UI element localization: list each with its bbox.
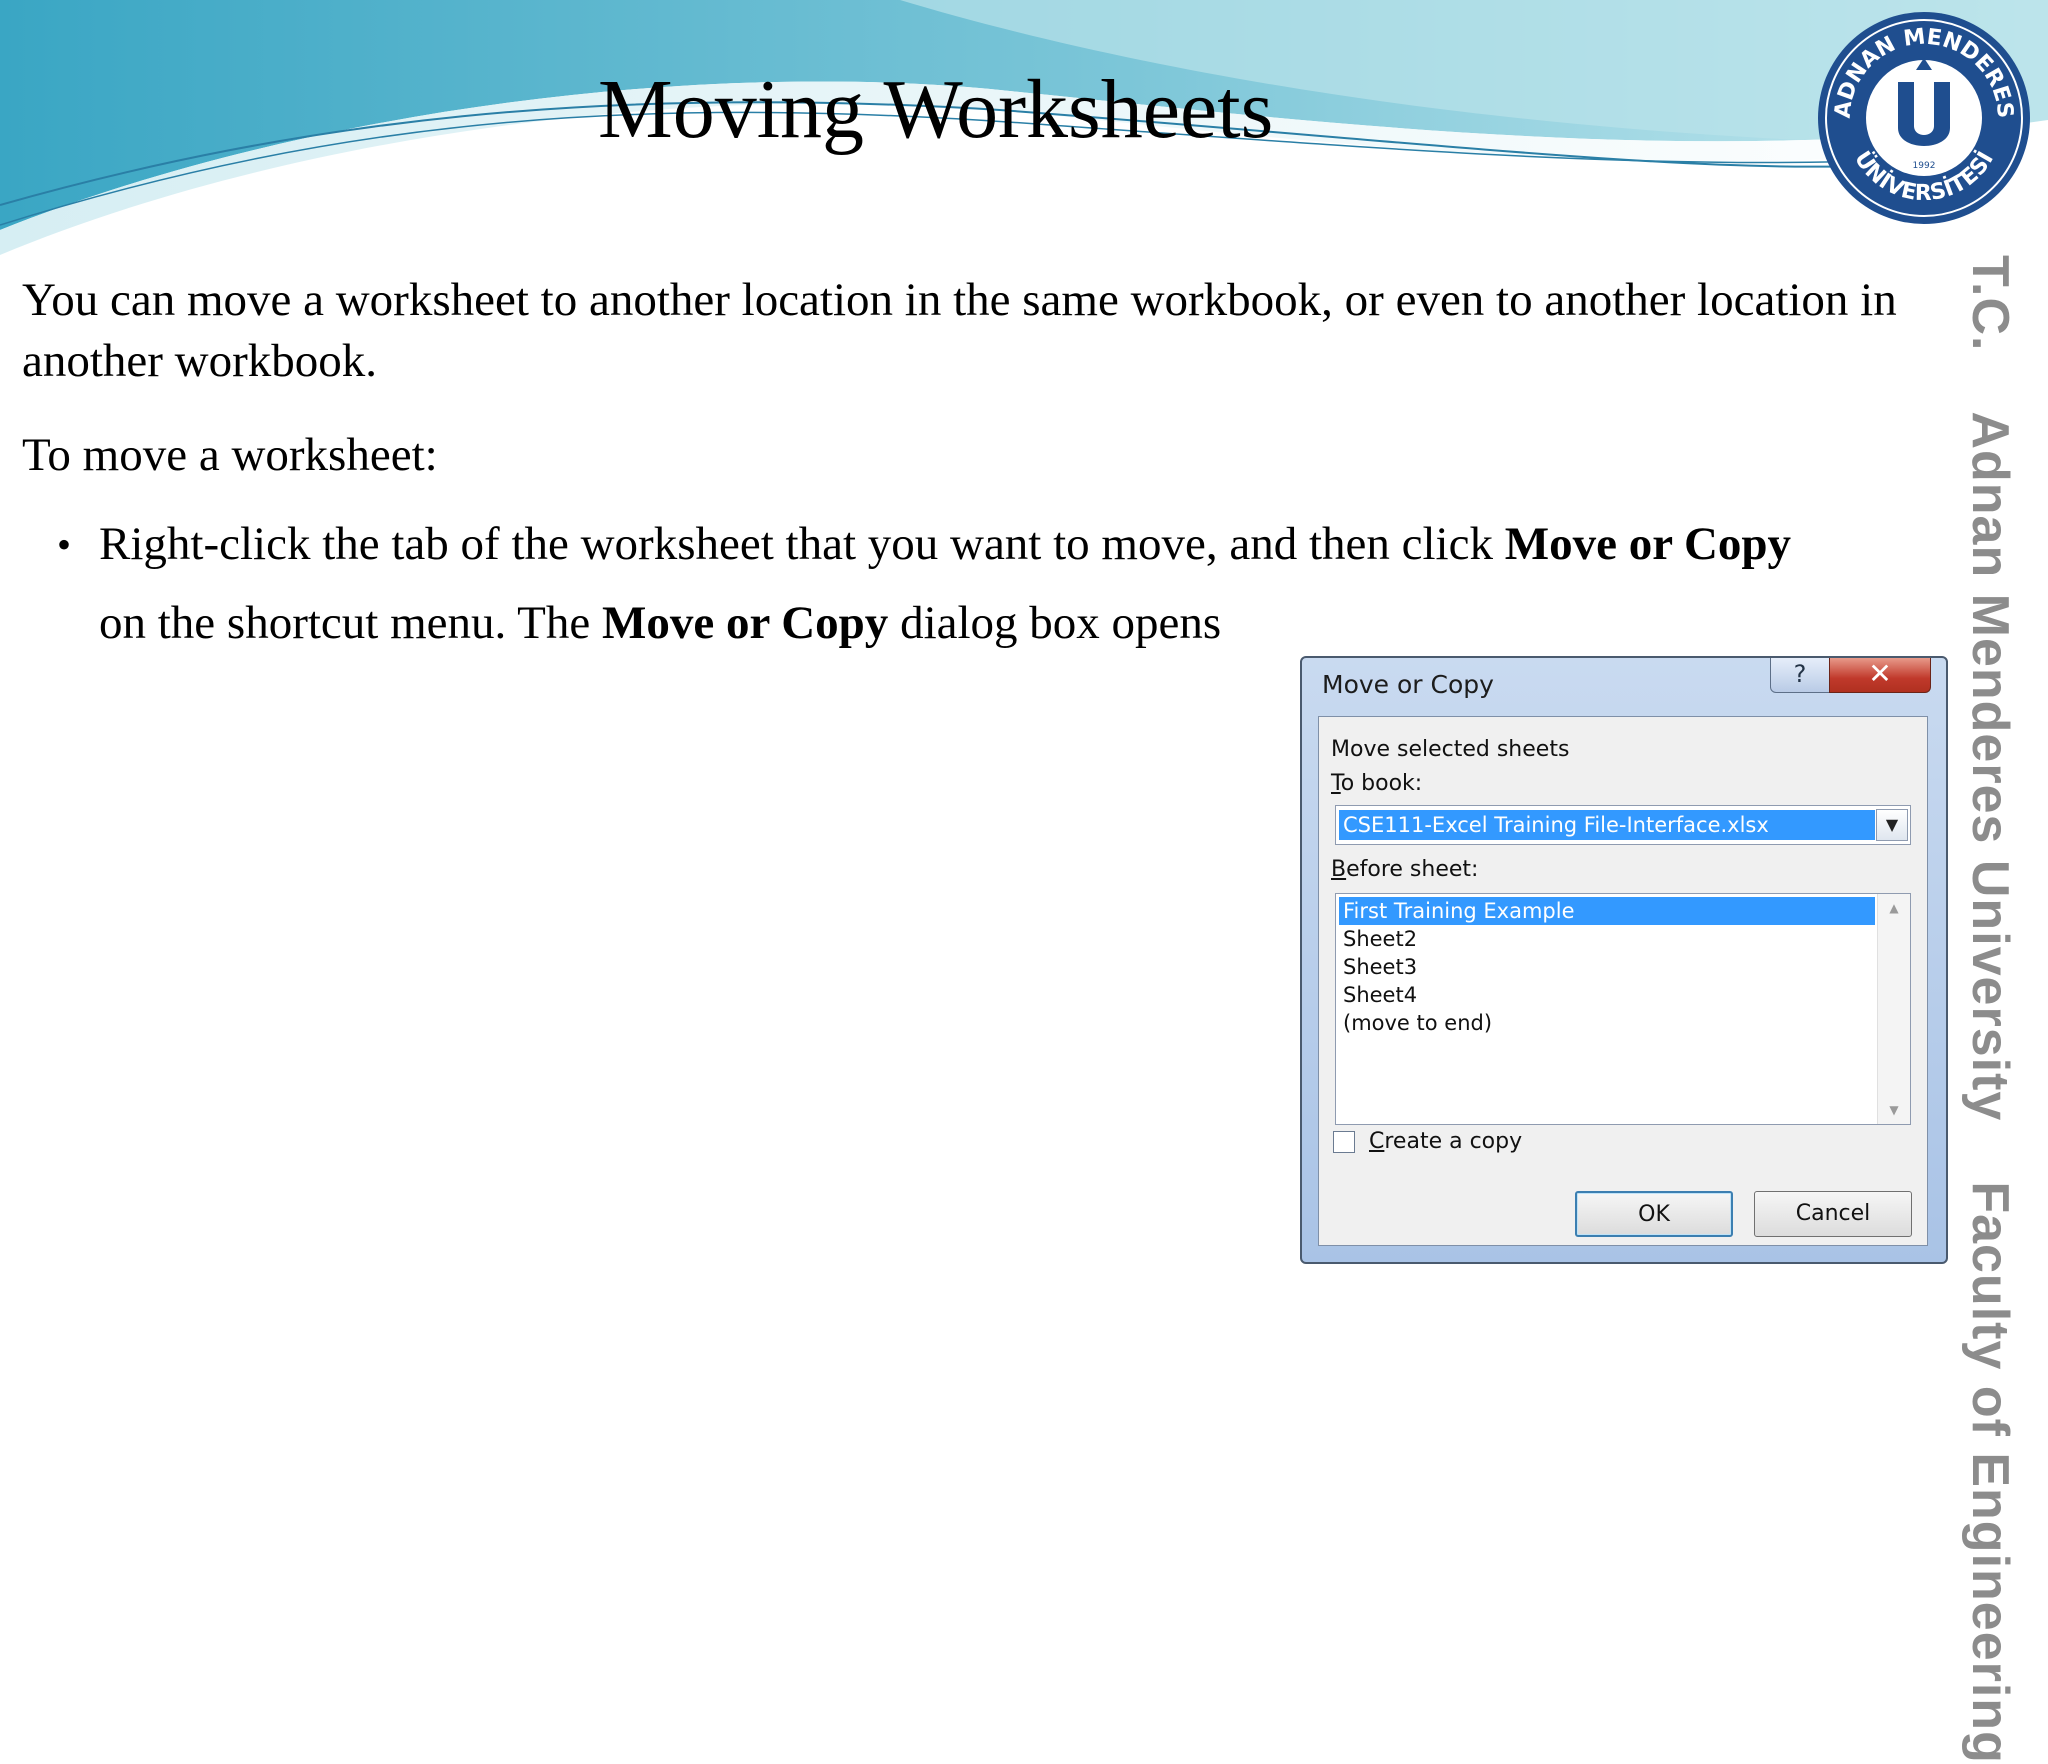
scroll-up-icon[interactable]: ▲ <box>1878 896 1910 920</box>
side-banner: T.C. Adnan Menderes University Faculty of … <box>1961 255 2019 1764</box>
dialog-body: Move selected sheets To book: CSE111-Exc… <box>1318 716 1928 1246</box>
bullet-marker: • <box>57 522 72 567</box>
seal-year: 1992 <box>1913 161 1936 171</box>
scroll-down-icon[interactable]: ▼ <box>1878 1098 1910 1122</box>
before-sheet-listbox[interactable]: First Training Example Sheet2 Sheet3 She… <box>1335 893 1911 1125</box>
move-selected-sheets-label: Move selected sheets <box>1331 737 1570 762</box>
close-button[interactable]: ✕ <box>1829 658 1931 693</box>
list-item-sheet3[interactable]: Sheet3 <box>1339 953 1875 981</box>
help-button[interactable]: ? <box>1770 658 1830 693</box>
bullet-text: Right-click the tab of the worksheet tha… <box>99 505 1849 663</box>
cancel-button[interactable]: Cancel <box>1754 1191 1912 1237</box>
side-banner-faculty: Faculty of Engineering <box>1961 1181 2019 1764</box>
list-item-sheet2[interactable]: Sheet2 <box>1339 925 1875 953</box>
listbox-scrollbar[interactable]: ▲ ▼ <box>1877 894 1910 1124</box>
ok-button[interactable]: OK <box>1575 1191 1733 1237</box>
side-banner-prefix: T.C. <box>1961 255 2019 352</box>
slide-title: Moving Worksheets <box>598 63 1274 156</box>
side-banner-university: Adnan Menderes University <box>1961 411 2019 1122</box>
list-item-first-training-example[interactable]: First Training Example <box>1339 897 1875 925</box>
university-seal-logo: ADNAN MENDERES ÜNİVERSİTESİ 1992 <box>1818 12 2030 224</box>
bullet-text-before: Right-click the tab of the worksheet tha… <box>99 518 1505 570</box>
list-item-move-to-end[interactable]: (move to end) <box>1339 1009 1875 1037</box>
dropdown-arrow-icon[interactable]: ▼ <box>1876 809 1908 841</box>
bullet-bold-dialog-name: Move or Copy <box>601 597 889 649</box>
create-copy-label[interactable]: Create a copy <box>1369 1129 1522 1154</box>
create-copy-checkbox[interactable] <box>1333 1131 1355 1153</box>
to-book-label: To book: <box>1331 771 1423 796</box>
bullet-text-middle: on the shortcut menu. The <box>99 597 602 649</box>
dialog-title: Move or Copy <box>1322 670 1494 699</box>
bullet-bold-move-or-copy: Move or Copy <box>1504 518 1792 570</box>
list-item-sheet4[interactable]: Sheet4 <box>1339 981 1875 1009</box>
before-sheet-label: Before sheet: <box>1331 857 1479 882</box>
steps-heading: To move a worksheet: <box>22 429 438 481</box>
to-book-selected-value: CSE111-Excel Training File-Interface.xls… <box>1339 810 1875 840</box>
to-book-dropdown[interactable]: CSE111-Excel Training File-Interface.xls… <box>1335 805 1911 845</box>
bullet-text-after: dialog box opens <box>888 597 1222 649</box>
move-or-copy-dialog: Move or Copy ? ✕ Move selected sheets To… <box>1300 656 1948 1264</box>
intro-paragraph: You can move a worksheet to another loca… <box>22 274 1897 387</box>
